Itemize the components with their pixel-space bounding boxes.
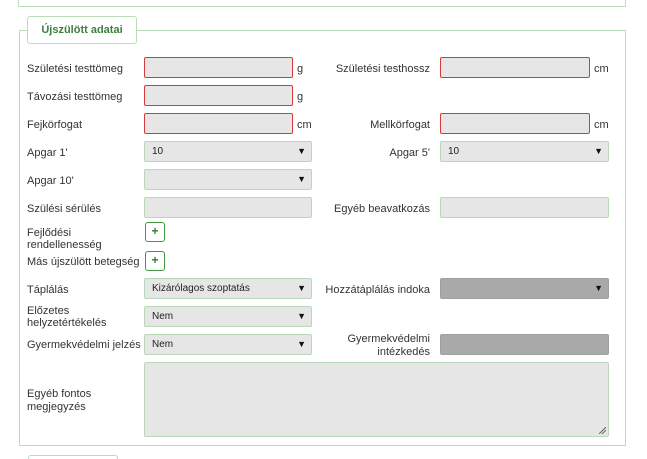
chest-circumference-label: Mellkörfogat [370, 119, 430, 131]
head-circumference-unit: cm [297, 119, 312, 131]
prior-assessment-select[interactable]: Nem ▼ [144, 306, 312, 327]
apgar1-select[interactable]: 10 ▼ [144, 141, 312, 162]
chevron-down-icon: ▼ [297, 339, 306, 349]
notes-label-line2: megjegyzés [27, 401, 86, 413]
child-protection-action-input[interactable] [440, 334, 609, 355]
chevron-down-icon: ▼ [594, 146, 603, 156]
chevron-down-icon: ▼ [297, 146, 306, 156]
apgar1-label: Apgar 1' [27, 147, 68, 159]
birth-length-input[interactable] [440, 57, 590, 78]
notes-label-line1: Egyéb fontos [27, 388, 92, 400]
dev-abnormality-label-line1: Fejlődési [27, 227, 72, 239]
other-disease-label: Más újszülött betegség [27, 256, 140, 268]
apgar10-label: Apgar 10' [27, 175, 74, 187]
apgar5-value: 10 [448, 146, 460, 157]
prior-assessment-label-line1: Előzetes [27, 305, 70, 317]
chevron-down-icon: ▼ [594, 283, 603, 293]
discharge-weight-label: Távozási testtömeg [27, 91, 123, 103]
birth-injury-input[interactable] [144, 197, 312, 218]
chevron-down-icon: ▼ [297, 174, 306, 184]
resize-handle-icon[interactable] [599, 427, 606, 434]
other-intervention-label: Egyéb beavatkozás [333, 203, 430, 215]
next-section-tab-edge [28, 455, 118, 459]
supplement-reason-label: Hozzátáplálás indoka [325, 284, 430, 296]
apgar10-select[interactable]: ▼ [144, 169, 312, 190]
previous-panel-edge [18, 0, 626, 7]
child-protection-signal-select[interactable]: Nem ▼ [144, 334, 312, 355]
other-intervention-input[interactable] [440, 197, 609, 218]
birth-length-unit: cm [594, 63, 609, 75]
add-dev-abnormality-button[interactable]: + [145, 222, 165, 242]
apgar1-value: 10 [152, 146, 164, 157]
chest-circumference-unit: cm [594, 119, 609, 131]
chevron-down-icon: ▼ [297, 283, 306, 293]
apgar5-label: Apgar 5' [389, 147, 430, 159]
apgar5-select[interactable]: 10 ▼ [440, 141, 609, 162]
head-circumference-label: Fejkörfogat [27, 119, 83, 131]
notes-textarea[interactable] [144, 362, 609, 437]
discharge-weight-unit: g [297, 91, 304, 103]
birth-injury-label: Szülési sérülés [27, 203, 101, 215]
discharge-weight-input[interactable] [144, 85, 293, 106]
feeding-label: Táplálás [27, 284, 69, 296]
birth-length-label: Születési testhossz [335, 63, 430, 75]
head-circumference-input[interactable] [144, 113, 293, 134]
add-other-disease-button[interactable]: + [145, 251, 165, 271]
prior-assessment-label-line2: helyzetértékelés [27, 317, 107, 329]
child-protection-signal-value: Nem [152, 339, 174, 350]
chevron-down-icon: ▼ [297, 311, 306, 321]
section-title: Újszülött adatai [27, 16, 137, 44]
feeding-select[interactable]: Kizárólagos szoptatás ▼ [144, 278, 312, 299]
prior-assessment-value: Nem [152, 311, 174, 322]
birth-weight-input[interactable] [144, 57, 293, 78]
child-protection-action-label-line2: intézkedés [377, 346, 430, 358]
birth-weight-unit: g [297, 63, 304, 75]
child-protection-action-label-line1: Gyermekvédelmi [347, 333, 430, 345]
dev-abnormality-label-line2: rendellenesség [27, 239, 102, 251]
feeding-value: Kizárólagos szoptatás [152, 283, 250, 294]
child-protection-signal-label: Gyermekvédelmi jelzés [27, 339, 141, 351]
birth-weight-label: Születési testtömeg [27, 63, 123, 75]
chest-circumference-input[interactable] [440, 113, 590, 134]
supplement-reason-select[interactable]: ▼ [440, 278, 609, 299]
